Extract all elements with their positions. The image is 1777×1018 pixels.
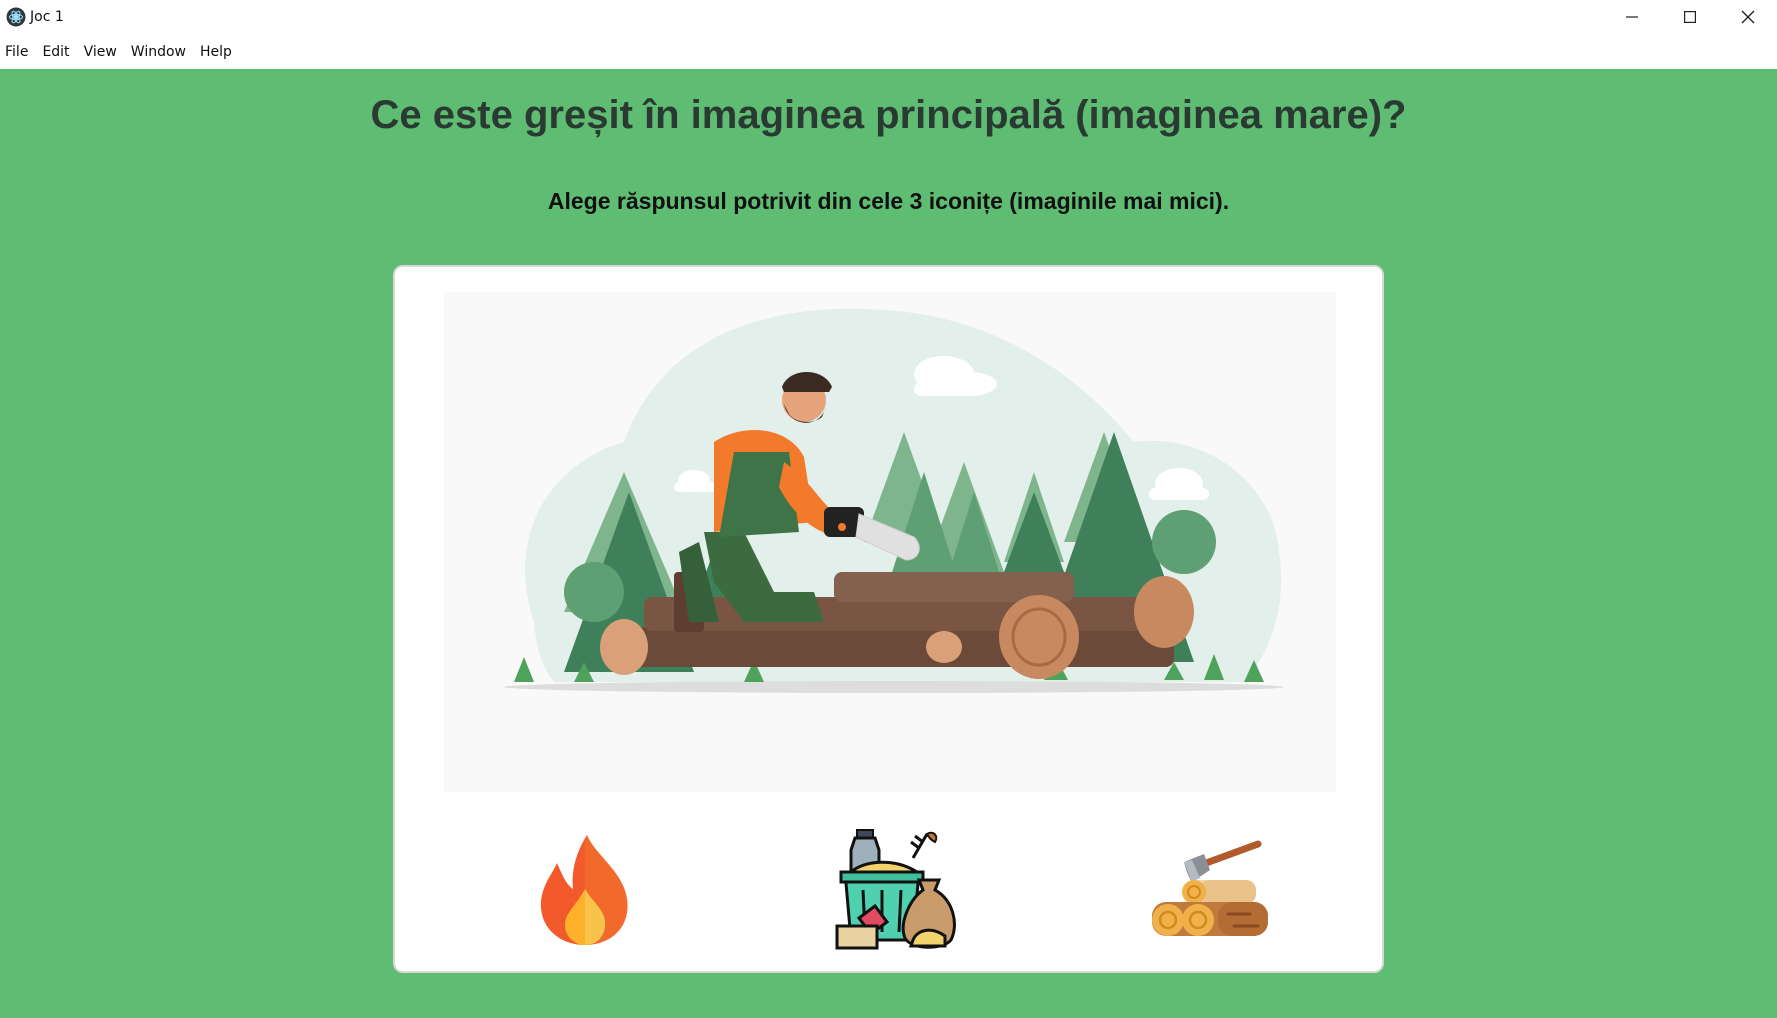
window-title: Joc 1: [30, 9, 64, 25]
minimize-button[interactable]: [1603, 0, 1661, 34]
close-icon: [1741, 10, 1755, 24]
menu-bar: File Edit View Window Help: [0, 34, 1777, 69]
answer-option-waste[interactable]: [827, 820, 967, 960]
menu-file[interactable]: File: [4, 44, 36, 60]
question-title: Ce este greșit în imaginea principală (i…: [370, 93, 1407, 137]
waste-trash-bin-icon: [835, 829, 956, 950]
menu-window[interactable]: Window: [130, 44, 194, 60]
window-titlebar: Joc 1: [0, 0, 1777, 34]
main-image: [444, 292, 1336, 792]
app-icon: [6, 7, 26, 27]
maximize-icon: [1684, 11, 1696, 23]
menu-edit[interactable]: Edit: [41, 44, 77, 60]
minimize-icon: [1626, 16, 1638, 18]
answer-option-logs[interactable]: [1140, 820, 1280, 960]
instruction-text: Alege răspunsul potrivit din cele 3 icon…: [547, 188, 1230, 214]
lumberjack-illustration: [504, 308, 1284, 693]
menu-help[interactable]: Help: [199, 44, 240, 60]
answer-option-fire[interactable]: [515, 820, 655, 960]
quiz-card: [393, 265, 1384, 973]
close-button[interactable]: [1719, 0, 1777, 34]
maximize-button[interactable]: [1661, 0, 1719, 34]
logs-with-axe-icon: [1152, 840, 1268, 936]
fire-icon: [540, 835, 628, 945]
game-area: Ce este greșit în imaginea principală (i…: [0, 69, 1777, 1018]
menu-view[interactable]: View: [83, 44, 125, 60]
